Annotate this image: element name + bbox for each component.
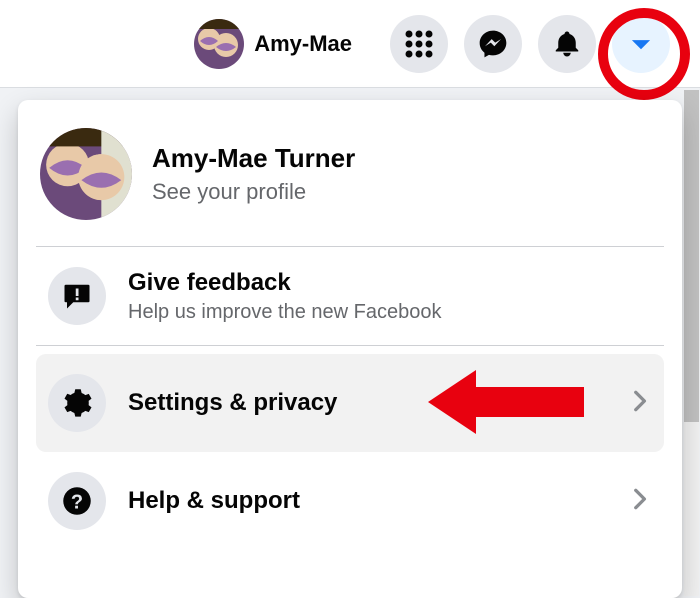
svg-text:?: ? xyxy=(71,492,83,514)
chevron-right-icon xyxy=(626,486,652,517)
top-nav-bar: Amy-Mae xyxy=(0,0,700,88)
caret-down-icon xyxy=(628,31,654,57)
menu-grid-icon xyxy=(404,29,434,59)
chevron-right-icon xyxy=(626,388,652,419)
profile-chip-name: Amy-Mae xyxy=(254,31,352,57)
profile-labels: Amy-Mae Turner See your profile xyxy=(152,143,355,204)
divider xyxy=(36,345,664,346)
messenger-icon xyxy=(477,28,509,60)
avatar-image xyxy=(40,128,132,220)
settings-label: Settings & privacy xyxy=(128,389,604,417)
settings-icon-wrap xyxy=(48,374,106,432)
help-support-row[interactable]: ? Help & support xyxy=(36,452,664,550)
account-dropdown: Amy-Mae Turner See your profile Give fee… xyxy=(18,100,682,598)
avatar xyxy=(194,19,244,69)
profile-chip[interactable]: Amy-Mae xyxy=(194,19,352,69)
feedback-icon-wrap xyxy=(48,267,106,325)
scrollbar[interactable] xyxy=(684,90,699,596)
avatar-image xyxy=(194,19,244,69)
messenger-button[interactable] xyxy=(464,15,522,73)
profile-subtitle: See your profile xyxy=(152,179,355,205)
help-icon-wrap: ? xyxy=(48,472,106,530)
settings-labels: Settings & privacy xyxy=(128,389,604,417)
menu-button[interactable] xyxy=(390,15,448,73)
help-icon: ? xyxy=(62,486,92,516)
gear-icon xyxy=(62,388,92,418)
feedback-label: Give feedback xyxy=(128,269,652,297)
give-feedback-row[interactable]: Give feedback Help us improve the new Fa… xyxy=(36,247,664,345)
help-labels: Help & support xyxy=(128,487,604,515)
avatar xyxy=(40,128,132,220)
profile-name: Amy-Mae Turner xyxy=(152,143,355,174)
feedback-labels: Give feedback Help us improve the new Fa… xyxy=(128,269,652,324)
help-label: Help & support xyxy=(128,487,604,515)
view-profile-row[interactable]: Amy-Mae Turner See your profile xyxy=(36,120,664,246)
feedback-sub: Help us improve the new Facebook xyxy=(128,301,652,324)
bell-icon xyxy=(552,29,582,59)
settings-privacy-row[interactable]: Settings & privacy xyxy=(36,354,664,452)
feedback-icon xyxy=(62,281,92,311)
notifications-button[interactable] xyxy=(538,15,596,73)
scrollbar-thumb[interactable] xyxy=(684,90,699,422)
account-menu-button[interactable] xyxy=(612,15,670,73)
